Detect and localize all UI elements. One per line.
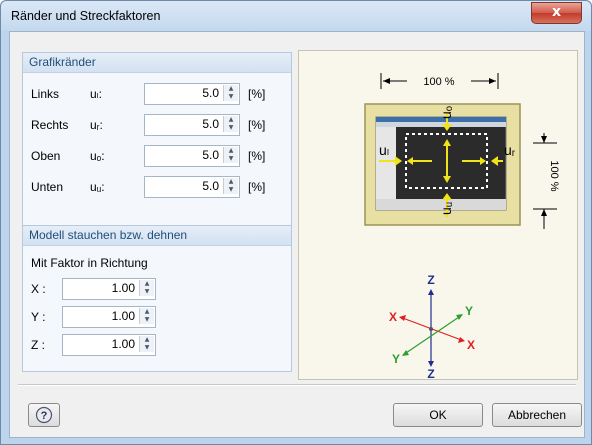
arrow-up-icon [428,289,434,295]
right-margin-unit: [%] [248,118,266,132]
top-margin-stepper[interactable]: ▲ ▼ [223,147,238,163]
top-margin-symbol: uₒ: [90,149,105,163]
right-margin-value: 5.0 [202,117,219,131]
bottom-margin-label: Unten [31,180,64,194]
z-axis-top-label: Z [427,273,434,287]
arrow-left-icon [383,78,390,84]
left-margin-unit: [%] [248,87,266,101]
spin-down-icon[interactable]: ▼ [140,288,154,296]
bottom-margin-unit: [%] [248,180,266,194]
scale-y-input[interactable]: 1.00 ▲ ▼ [62,306,156,328]
top-margin-unit: [%] [248,149,266,163]
spin-down-icon[interactable]: ▼ [140,316,154,324]
bottom-margin-symbol: uᵤ: [90,180,105,194]
arrow-right-icon [489,78,496,84]
u-top-label: uₒ [438,106,454,119]
top-margin-input[interactable]: 5.0 ▲ ▼ [144,145,240,167]
u-right-label: uᵣ [504,142,516,158]
scale-z-stepper[interactable]: ▲ ▼ [139,336,154,352]
scale-y-stepper[interactable]: ▲ ▼ [139,308,154,324]
left-margin-label: Links [31,87,60,101]
scale-y-value: 1.00 [111,309,135,323]
height-label: 100 % [548,160,560,191]
screen-sidebar [376,127,396,210]
close-button[interactable]: x [531,2,582,24]
margins-group-header: Grafikränder [23,53,291,73]
left-margin-input[interactable]: 5.0 ▲ ▼ [144,83,240,105]
left-margin-symbol: uₗ: [90,87,102,101]
scale-x-input[interactable]: 1.00 ▲ ▼ [62,278,156,300]
scale-z-input[interactable]: 1.00 ▲ ▼ [62,334,156,356]
ok-button[interactable]: OK [393,403,483,427]
arrow-right-icon [458,337,465,343]
left-margin-value: 5.0 [202,86,219,100]
scale-z-value: 1.00 [111,337,135,351]
bottom-margin-stepper[interactable]: ▲ ▼ [223,178,238,194]
x-axis-right-label: X [467,338,475,352]
u-left-label: uₗ [379,142,389,158]
window-title: Ränder und Streckfaktoren [11,9,161,23]
title-bar: Ränder und Streckfaktoren x [1,1,591,31]
scale-y-label: Y : [31,310,46,324]
spin-down-icon[interactable]: ▼ [224,124,238,132]
spin-down-icon[interactable]: ▼ [224,93,238,101]
margins-group: Grafikränder Links uₗ: 5.0 ▲ ▼ [%] Rechts… [22,52,292,233]
help-icon: ? [35,406,53,424]
arrow-left-icon [402,350,409,356]
arrow-up-icon [541,209,547,216]
right-margin-stepper[interactable]: ▲ ▼ [223,116,238,132]
spin-down-icon[interactable]: ▼ [224,186,238,194]
dialog-window: Ränder und Streckfaktoren x Grafikränder… [0,0,592,445]
spin-down-icon[interactable]: ▼ [140,344,154,352]
width-label: 100 % [423,76,454,88]
preview-panel: 100 % uₒ uᵤ uₗ uᵣ 100 % Z Z X X Y Y [298,50,578,381]
scale-subtitle: Mit Faktor in Richtung [31,256,148,270]
footer-separator [18,384,576,386]
bottom-margin-value: 5.0 [202,179,219,193]
help-button[interactable]: ? [28,403,60,427]
right-margin-input[interactable]: 5.0 ▲ ▼ [144,114,240,136]
cancel-button[interactable]: Abbrechen [492,403,582,427]
y-axis-right-label: Y [465,304,473,318]
scale-x-label: X : [31,282,46,296]
right-margin-label: Rechts [31,118,69,132]
arrow-down-icon [541,136,547,143]
dialog-client: Grafikränder Links uₗ: 5.0 ▲ ▼ [%] Rechts… [9,31,585,438]
scale-group-header: Modell stauchen bzw. dehnen [23,226,291,246]
scale-z-label: Z : [31,338,45,352]
u-bottom-label: uᵤ [438,202,454,215]
arrow-right-icon [456,314,463,320]
y-axis-left-label: Y [392,352,400,366]
arrow-left-icon [399,315,406,321]
origin-point [429,327,433,331]
screen-toolbar [376,122,506,127]
left-margin-stepper[interactable]: ▲ ▼ [223,85,238,101]
scale-group: Modell stauchen bzw. dehnen Mit Faktor i… [22,225,292,372]
svg-text:?: ? [41,410,48,422]
z-axis-bottom-label: Z [427,367,434,379]
x-axis-left-label: X [389,310,397,324]
scale-x-value: 1.00 [111,281,135,295]
preview-graphic: 100 % uₒ uᵤ uₗ uᵣ 100 % Z Z X X Y Y [364,73,560,381]
top-margin-value: 5.0 [202,148,219,162]
bottom-margin-input[interactable]: 5.0 ▲ ▼ [144,176,240,198]
scale-x-stepper[interactable]: ▲ ▼ [139,280,154,296]
right-margin-symbol: uᵣ: [90,118,103,132]
spin-down-icon[interactable]: ▼ [224,155,238,163]
top-margin-label: Oben [31,149,61,163]
